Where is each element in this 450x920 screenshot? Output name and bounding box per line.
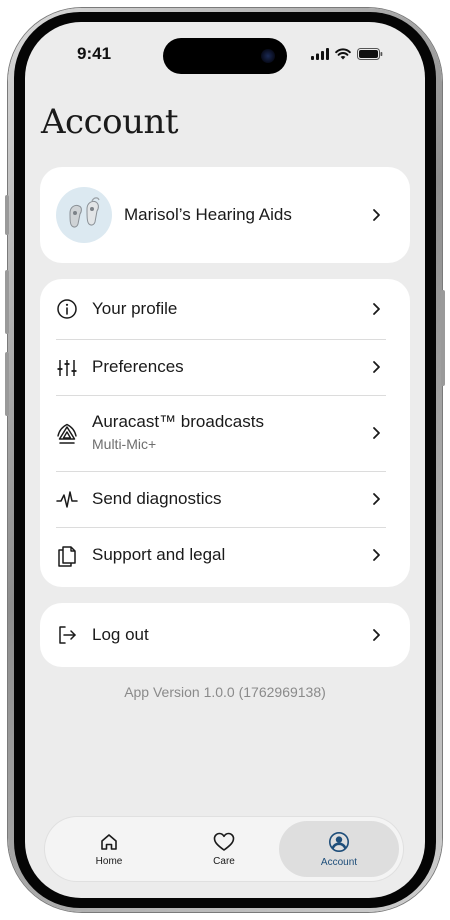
chevron-right-icon [373, 303, 380, 315]
menu-item-send-diagnostics[interactable]: Send diagnostics [40, 472, 410, 527]
menu-item-preferences[interactable]: Preferences [40, 340, 410, 395]
menu-item-support-and-legal[interactable]: Support and legal [40, 528, 410, 585]
menu-item-label: Preferences [92, 357, 184, 376]
info-icon [56, 298, 78, 320]
action-button [5, 195, 9, 235]
tab-account[interactable]: Account [279, 821, 399, 877]
sliders-icon [56, 357, 78, 379]
menu-item-label: Auracast™ broadcasts [92, 412, 264, 431]
tab-bar: Home Care Account [45, 817, 403, 881]
logout-icon [56, 624, 78, 646]
hearing-aids-avatar [56, 187, 112, 243]
status-time: 9:41 [77, 44, 112, 63]
camera-icon [261, 49, 275, 63]
hearing-aids-image [69, 197, 100, 228]
chevron-right-icon [373, 361, 380, 373]
tab-home[interactable]: Home [49, 821, 169, 877]
menu-item-your-profile[interactable]: Your profile [40, 279, 410, 339]
settings-menu-card: Your profile Preferences Auracast™ broad… [40, 279, 410, 587]
chevron-right-icon [373, 549, 380, 561]
power-button [441, 290, 445, 386]
account-icon [329, 831, 349, 852]
device-card[interactable]: Marisol’s Hearing Aids [40, 167, 410, 263]
tab-account-label: Account [320, 856, 358, 868]
chevron-right-icon [373, 493, 380, 505]
home-icon [101, 833, 117, 850]
menu-item-sublabel: Multi-Mic+ [92, 436, 157, 452]
menu-item-label: Your profile [92, 299, 178, 318]
wifi-icon [335, 48, 351, 60]
logout-label: Log out [92, 625, 149, 644]
volume-up-button [5, 270, 9, 334]
chevron-right-icon [373, 629, 380, 641]
device-name: Marisol’s Hearing Aids [124, 205, 292, 224]
pulse-icon [56, 489, 78, 511]
tab-care-label: Care [213, 855, 235, 867]
chevron-right-icon [373, 209, 380, 221]
status-icons [311, 48, 383, 60]
device-row[interactable]: Marisol’s Hearing Aids [40, 167, 410, 263]
page-title: Account [41, 102, 179, 142]
chevron-right-icon [373, 427, 380, 439]
dynamic-island [163, 38, 287, 74]
cellular-signal-icon [311, 48, 329, 60]
logout-card[interactable]: Log out [40, 603, 410, 667]
logout-button[interactable]: Log out [40, 603, 410, 667]
screen: 9:41 Account Marisol’s Hearing Aids Your… [25, 22, 425, 898]
volume-down-button [5, 352, 9, 416]
menu-item-auracast-broadcasts[interactable]: Auracast™ broadcasts Multi-Mic+ [40, 396, 410, 471]
documents-icon [56, 545, 78, 567]
tab-care[interactable]: Care [164, 821, 284, 877]
broadcast-icon [56, 423, 78, 445]
tab-home-label: Home [95, 855, 123, 867]
heart-icon [213, 832, 235, 851]
app-version: App Version 1.0.0 (1762969138) [124, 684, 326, 700]
menu-item-label: Support and legal [92, 545, 226, 564]
battery-icon [357, 48, 383, 60]
menu-item-label: Send diagnostics [92, 489, 222, 508]
